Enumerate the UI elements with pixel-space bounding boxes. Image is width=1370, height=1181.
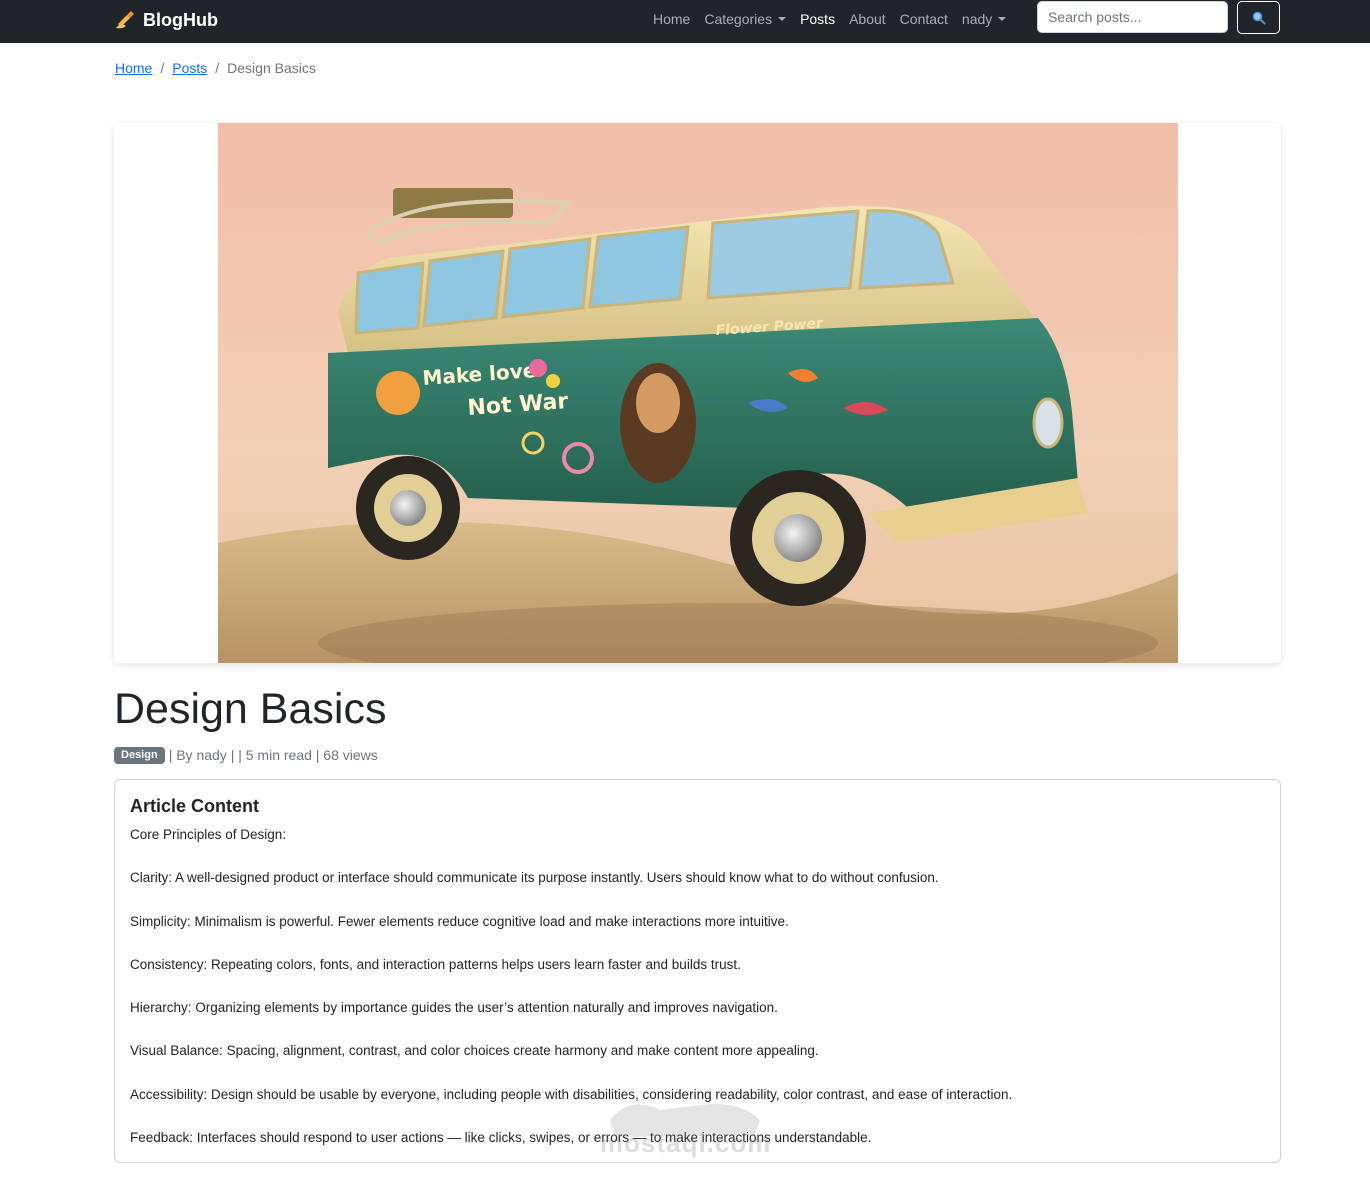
article-paragraph: Consistency: Repeating colors, fonts, an… [130,956,741,972]
article-paragraph: Clarity: A well-designed product or inte… [130,870,939,886]
article-paragraph: Simplicity: Minimalism is powerful. Fewe… [130,913,789,929]
nav-user-dropdown[interactable]: nady [955,11,1013,27]
writing-hand-icon [116,11,134,29]
nav-contact-link[interactable]: Contact [893,11,955,27]
article-paragraph: Visual Balance: Spacing, alignment, cont… [130,1043,819,1059]
article-body: Core Principles of Design: Clarity: A we… [130,826,1260,1172]
post-meta-text: | By nady | | 5 min read | 68 views [168,747,378,763]
breadcrumb: Home / Posts / Design Basics [115,60,316,76]
caret-down-icon [998,16,1007,21]
article-heading: Article Content [130,796,260,816]
caret-down-icon [778,16,787,21]
top-navbar: BlogHub Home Categories Posts About Cont… [0,0,1370,43]
search-input[interactable] [1037,1,1228,33]
nav-posts-link[interactable]: Posts [793,11,842,27]
article-paragraph: Hierarchy: Organizing elements by import… [130,1000,778,1016]
category-badge[interactable]: Design [114,746,165,764]
hero-image: Make love Not War Flower Power [218,123,1178,663]
breadcrumb-home-link[interactable]: Home [115,60,152,76]
article-paragraph: Feedback: Interfaces should respond to u… [130,1130,872,1146]
article-paragraph: Core Principles of Design: [130,827,287,842]
search-button[interactable] [1237,1,1280,34]
magnifier-icon [1252,11,1266,25]
article-paragraph: Accessibility: Design should be usable b… [130,1086,1013,1102]
brand-name: BlogHub [143,9,218,30]
nav-links: Home Categories Posts About Contact nady [646,0,1013,37]
post-meta: Design | By nady | | 5 min read | 68 vie… [114,745,378,765]
post-title: Design Basics [114,685,387,733]
nav-categories-dropdown[interactable]: Categories [697,11,793,27]
article-card: Article Content Core Principles of Desig… [114,779,1281,1163]
nav-about-link[interactable]: About [842,11,893,27]
hero-image-card: Make love Not War Flower Power [114,123,1281,663]
brand-link[interactable]: BlogHub [115,8,218,32]
breadcrumb-separator: / [160,60,165,76]
breadcrumb-posts-link[interactable]: Posts [172,60,207,76]
breadcrumb-separator: / [215,60,220,76]
breadcrumb-current: Design Basics [227,60,316,76]
nav-home-link[interactable]: Home [646,11,697,27]
